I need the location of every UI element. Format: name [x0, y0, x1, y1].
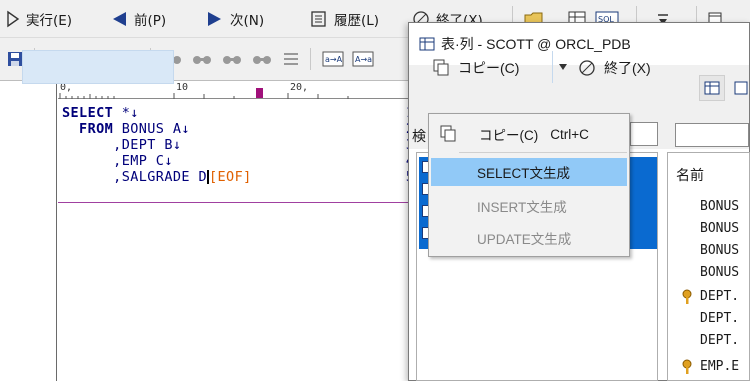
- svg-text:a→A: a→A: [325, 55, 343, 64]
- svg-text:A→a: A→a: [355, 55, 372, 64]
- ruler-label-20: 20,: [290, 82, 309, 93]
- eof-marker: [EOF]: [208, 169, 252, 185]
- key-icon: [682, 289, 692, 304]
- dialog-exit-button[interactable]: 終了(X): [578, 58, 651, 78]
- menu-item-label: SELECT文生成: [477, 166, 571, 181]
- next-button[interactable]: 次(N): [206, 8, 264, 30]
- code-text: ,DEPT B↓: [62, 137, 182, 153]
- ruler-label-10: 10: [176, 82, 189, 93]
- name-filter-input[interactable]: [675, 123, 749, 147]
- copy-dropdown-arrow[interactable]: [554, 58, 572, 76]
- code-text: ,SALGRADE D: [62, 169, 207, 185]
- code-text: ,EMP C↓: [62, 153, 173, 169]
- prev-arrow-icon: [113, 12, 126, 26]
- name-column-header: 名前: [676, 168, 704, 184]
- code-line: ,EMP C↓: [62, 153, 173, 169]
- column-item[interactable]: BONUS: [700, 221, 739, 236]
- history-icon: [311, 11, 326, 27]
- code-line: ,SALGRADE D [EOF]: [62, 169, 252, 185]
- copy-dropdown-menu: コピー(C) Ctrl+C SELECT文生成 INSERT文生成 UPDATE…: [428, 113, 630, 257]
- toolbar-separator: [310, 48, 311, 70]
- cursor-line-underline: [58, 202, 420, 203]
- menu-separator: [459, 152, 627, 153]
- dialog-exit-label: 終了(X): [604, 60, 651, 76]
- menu-item-shortcut: Ctrl+C: [550, 126, 589, 142]
- app-root: 実行(E) 前(P) 次(N) 履歴(L) 終了(X) SQL a→A A→a …: [0, 0, 750, 381]
- sql-keyword: SELECT: [62, 105, 114, 121]
- column-item[interactable]: DEPT.: [700, 311, 739, 326]
- sql-keyword: FROM: [62, 121, 114, 137]
- sql-editor[interactable]: 0, 10 20, 1 2 3 4 5 SELECT *↓ FROM BONUS…: [0, 80, 420, 381]
- convert-icon[interactable]: a→A: [320, 48, 346, 70]
- copy-icon: [433, 59, 449, 76]
- code-line: FROM BONUS A↓: [62, 121, 190, 137]
- menu-item-select[interactable]: SELECT文生成: [431, 158, 627, 186]
- prev-button[interactable]: 前(P): [110, 8, 166, 30]
- run-label: 実行(E): [26, 13, 73, 29]
- column-item[interactable]: DEPT.: [700, 289, 739, 304]
- key-icon: [682, 359, 692, 374]
- stop-icon: [579, 60, 595, 76]
- column-list[interactable]: 名前 BONUS BONUS BONUS BONUS DEPT. DEPT. D…: [667, 152, 750, 381]
- menu-item-insert[interactable]: INSERT文生成: [431, 192, 627, 220]
- column-item[interactable]: BONUS: [700, 199, 739, 214]
- line-number-gutter: [0, 81, 57, 381]
- column-item[interactable]: BONUS: [700, 265, 739, 280]
- column-item[interactable]: EMP.E: [700, 359, 739, 374]
- copy-button[interactable]: コピー(C): [432, 58, 519, 78]
- code-text: *↓: [113, 105, 139, 121]
- column-item[interactable]: BONUS: [700, 243, 739, 258]
- menu-item-label: INSERT文生成: [477, 200, 567, 215]
- history-label: 履歴(L): [334, 13, 380, 29]
- grid-view-icon[interactable]: [699, 75, 725, 101]
- next-arrow-icon: [208, 12, 221, 26]
- find-prev-icon[interactable]: [190, 48, 214, 70]
- copy-split-button[interactable]: [22, 50, 174, 84]
- menu-item-label: UPDATE文生成: [477, 232, 572, 247]
- code-line: ,DEPT B↓: [62, 137, 181, 153]
- history-button[interactable]: 履歴(L): [310, 8, 379, 30]
- split-divider: [552, 51, 553, 83]
- search-label: 検: [412, 129, 426, 145]
- play-outline-icon: [7, 10, 20, 28]
- column-item[interactable]: DEPT.: [700, 333, 739, 348]
- table-icon: [419, 37, 435, 51]
- convert-icon-2[interactable]: A→a: [350, 48, 376, 70]
- dialog-title: 表·列 - SCOTT @ ORCL_PDB: [441, 36, 631, 52]
- menu-item-copy[interactable]: コピー(C) Ctrl+C: [431, 120, 627, 148]
- copy-button-label: コピー(C): [458, 60, 520, 76]
- prev-label: 前(P): [134, 13, 167, 29]
- list-view-icon[interactable]: [731, 75, 750, 101]
- next-label: 次(N): [230, 13, 265, 29]
- menu-item-label: コピー(C): [479, 128, 539, 143]
- chevron-down-icon: [559, 64, 567, 70]
- indent-icon[interactable]: [280, 48, 302, 70]
- replace-icon[interactable]: [220, 48, 244, 70]
- mark-icon[interactable]: [250, 48, 274, 70]
- code-text: BONUS A↓: [113, 121, 190, 137]
- menu-item-update[interactable]: UPDATE文生成: [431, 224, 627, 252]
- run-button[interactable]: 実行(E): [6, 8, 72, 30]
- table-search-input[interactable]: [630, 122, 658, 146]
- code-line: SELECT *↓: [62, 105, 139, 121]
- copy-icon: [440, 125, 456, 142]
